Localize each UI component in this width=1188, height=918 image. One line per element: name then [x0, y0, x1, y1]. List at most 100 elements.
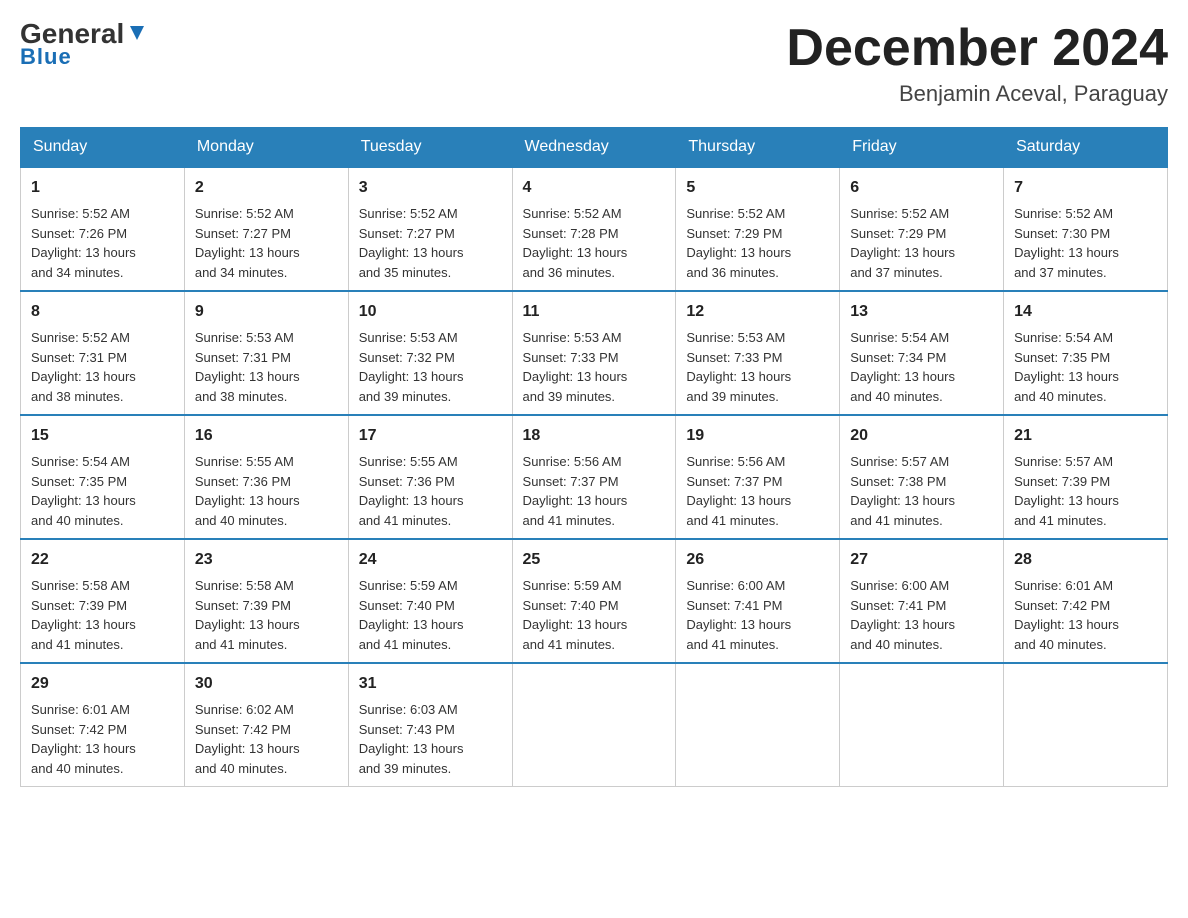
calendar-title: December 2024 — [786, 20, 1168, 77]
table-row: 15 Sunrise: 5:54 AMSunset: 7:35 PMDayligh… — [21, 415, 185, 539]
table-row: 28 Sunrise: 6:01 AMSunset: 7:42 PMDayligh… — [1004, 539, 1168, 663]
table-row — [512, 663, 676, 787]
table-row: 24 Sunrise: 5:59 AMSunset: 7:40 PMDayligh… — [348, 539, 512, 663]
day-info: Sunrise: 5:52 AMSunset: 7:28 PMDaylight:… — [523, 204, 666, 282]
col-tuesday: Tuesday — [348, 128, 512, 168]
table-row: 9Sunrise: 5:53 AMSunset: 7:31 PMDaylight… — [184, 291, 348, 415]
day-info: Sunrise: 5:58 AMSunset: 7:39 PMDaylight:… — [195, 576, 338, 654]
day-info: Sunrise: 5:55 AMSunset: 7:36 PMDaylight:… — [359, 452, 502, 530]
table-row: 1Sunrise: 5:52 AMSunset: 7:26 PMDaylight… — [21, 167, 185, 291]
logo-blue: Blue — [20, 44, 72, 70]
day-number: 26 — [686, 548, 829, 572]
day-number: 2 — [195, 176, 338, 200]
day-info: Sunrise: 5:52 AMSunset: 7:27 PMDaylight:… — [195, 204, 338, 282]
table-row: 12Sunrise: 5:53 AMSunset: 7:33 PMDayligh… — [676, 291, 840, 415]
calendar-week-3: 15 Sunrise: 5:54 AMSunset: 7:35 PMDayligh… — [21, 415, 1168, 539]
table-row: 3Sunrise: 5:52 AMSunset: 7:27 PMDaylight… — [348, 167, 512, 291]
day-info: Sunrise: 5:52 AMSunset: 7:29 PMDaylight:… — [686, 204, 829, 282]
calendar-week-4: 22 Sunrise: 5:58 AMSunset: 7:39 PMDayligh… — [21, 539, 1168, 663]
table-row: 16 Sunrise: 5:55 AMSunset: 7:36 PMDayligh… — [184, 415, 348, 539]
day-number: 18 — [523, 424, 666, 448]
day-number: 28 — [1014, 548, 1157, 572]
day-info: Sunrise: 5:57 AMSunset: 7:38 PMDaylight:… — [850, 452, 993, 530]
day-number: 9 — [195, 300, 338, 324]
logo: General Blue — [20, 20, 148, 70]
day-info: Sunrise: 5:52 AMSunset: 7:30 PMDaylight:… — [1014, 204, 1157, 282]
day-info: Sunrise: 5:53 AMSunset: 7:33 PMDaylight:… — [523, 328, 666, 406]
day-number: 13 — [850, 300, 993, 324]
day-number: 11 — [523, 300, 666, 324]
day-info: Sunrise: 5:52 AMSunset: 7:26 PMDaylight:… — [31, 204, 174, 282]
day-info: Sunrise: 5:59 AMSunset: 7:40 PMDaylight:… — [359, 576, 502, 654]
day-info: Sunrise: 6:00 AMSunset: 7:41 PMDaylight:… — [686, 576, 829, 654]
day-number: 12 — [686, 300, 829, 324]
table-row: 20 Sunrise: 5:57 AMSunset: 7:38 PMDayligh… — [840, 415, 1004, 539]
calendar-week-5: 29 Sunrise: 6:01 AMSunset: 7:42 PMDayligh… — [21, 663, 1168, 787]
day-number: 16 — [195, 424, 338, 448]
day-info: Sunrise: 5:53 AMSunset: 7:32 PMDaylight:… — [359, 328, 502, 406]
day-number: 4 — [523, 176, 666, 200]
table-row: 27Sunrise: 6:00 AMSunset: 7:41 PMDayligh… — [840, 539, 1004, 663]
table-row: 22 Sunrise: 5:58 AMSunset: 7:39 PMDayligh… — [21, 539, 185, 663]
day-number: 5 — [686, 176, 829, 200]
day-info: Sunrise: 5:58 AMSunset: 7:39 PMDaylight:… — [31, 576, 174, 654]
day-number: 22 — [31, 548, 174, 572]
day-info: Sunrise: 5:52 AMSunset: 7:29 PMDaylight:… — [850, 204, 993, 282]
table-row: 31 Sunrise: 6:03 AMSunset: 7:43 PMDayligh… — [348, 663, 512, 787]
table-row: 13 Sunrise: 5:54 AMSunset: 7:34 PMDayligh… — [840, 291, 1004, 415]
day-info: Sunrise: 5:55 AMSunset: 7:36 PMDaylight:… — [195, 452, 338, 530]
table-row: 8 Sunrise: 5:52 AMSunset: 7:31 PMDaylight… — [21, 291, 185, 415]
table-row: 30 Sunrise: 6:02 AMSunset: 7:42 PMDayligh… — [184, 663, 348, 787]
calendar-week-2: 8 Sunrise: 5:52 AMSunset: 7:31 PMDaylight… — [21, 291, 1168, 415]
col-wednesday: Wednesday — [512, 128, 676, 168]
table-row: 26 Sunrise: 6:00 AMSunset: 7:41 PMDayligh… — [676, 539, 840, 663]
day-number: 7 — [1014, 176, 1157, 200]
day-number: 6 — [850, 176, 993, 200]
day-number: 27 — [850, 548, 993, 572]
table-row — [676, 663, 840, 787]
table-row: 21 Sunrise: 5:57 AMSunset: 7:39 PMDayligh… — [1004, 415, 1168, 539]
day-number: 20 — [850, 424, 993, 448]
day-info: Sunrise: 6:01 AMSunset: 7:42 PMDaylight:… — [31, 700, 174, 778]
table-row: 19 Sunrise: 5:56 AMSunset: 7:37 PMDayligh… — [676, 415, 840, 539]
col-sunday: Sunday — [21, 128, 185, 168]
table-row: 25Sunrise: 5:59 AMSunset: 7:40 PMDayligh… — [512, 539, 676, 663]
day-number: 8 — [31, 300, 174, 324]
day-info: Sunrise: 5:54 AMSunset: 7:35 PMDaylight:… — [1014, 328, 1157, 406]
table-row — [840, 663, 1004, 787]
day-info: Sunrise: 6:03 AMSunset: 7:43 PMDaylight:… — [359, 700, 502, 778]
calendar-week-1: 1Sunrise: 5:52 AMSunset: 7:26 PMDaylight… — [21, 167, 1168, 291]
day-info: Sunrise: 5:54 AMSunset: 7:35 PMDaylight:… — [31, 452, 174, 530]
day-number: 21 — [1014, 424, 1157, 448]
table-row: 5 Sunrise: 5:52 AMSunset: 7:29 PMDaylight… — [676, 167, 840, 291]
day-number: 31 — [359, 672, 502, 696]
day-info: Sunrise: 6:02 AMSunset: 7:42 PMDaylight:… — [195, 700, 338, 778]
day-number: 24 — [359, 548, 502, 572]
day-info: Sunrise: 6:01 AMSunset: 7:42 PMDaylight:… — [1014, 576, 1157, 654]
day-number: 15 — [31, 424, 174, 448]
day-number: 25 — [523, 548, 666, 572]
table-row: 14Sunrise: 5:54 AMSunset: 7:35 PMDayligh… — [1004, 291, 1168, 415]
table-row: 7 Sunrise: 5:52 AMSunset: 7:30 PMDaylight… — [1004, 167, 1168, 291]
day-number: 19 — [686, 424, 829, 448]
table-row: 23Sunrise: 5:58 AMSunset: 7:39 PMDayligh… — [184, 539, 348, 663]
table-row: 18 Sunrise: 5:56 AMSunset: 7:37 PMDayligh… — [512, 415, 676, 539]
day-info: Sunrise: 5:57 AMSunset: 7:39 PMDaylight:… — [1014, 452, 1157, 530]
table-row: 17Sunrise: 5:55 AMSunset: 7:36 PMDayligh… — [348, 415, 512, 539]
day-number: 29 — [31, 672, 174, 696]
day-info: Sunrise: 5:56 AMSunset: 7:37 PMDaylight:… — [686, 452, 829, 530]
table-row: 11 Sunrise: 5:53 AMSunset: 7:33 PMDayligh… — [512, 291, 676, 415]
page-header: General Blue December 2024 Benjamin Acev… — [20, 20, 1168, 107]
col-thursday: Thursday — [676, 128, 840, 168]
day-info: Sunrise: 5:54 AMSunset: 7:34 PMDaylight:… — [850, 328, 993, 406]
col-friday: Friday — [840, 128, 1004, 168]
table-row: 2 Sunrise: 5:52 AMSunset: 7:27 PMDaylight… — [184, 167, 348, 291]
day-info: Sunrise: 5:52 AMSunset: 7:27 PMDaylight:… — [359, 204, 502, 282]
logo-triangle-icon — [126, 22, 148, 44]
table-row — [1004, 663, 1168, 787]
day-number: 30 — [195, 672, 338, 696]
table-row: 10Sunrise: 5:53 AMSunset: 7:32 PMDayligh… — [348, 291, 512, 415]
table-row: 4 Sunrise: 5:52 AMSunset: 7:28 PMDaylight… — [512, 167, 676, 291]
day-info: Sunrise: 5:56 AMSunset: 7:37 PMDaylight:… — [523, 452, 666, 530]
day-info: Sunrise: 5:52 AMSunset: 7:31 PMDaylight:… — [31, 328, 174, 406]
